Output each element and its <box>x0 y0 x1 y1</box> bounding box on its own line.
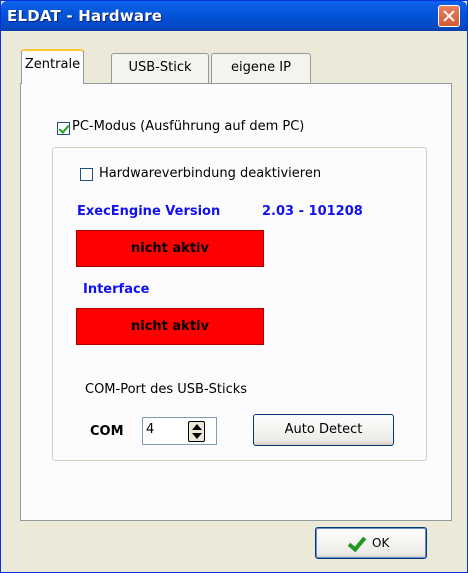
tab-page-zentrale: PC-Modus (Ausführung auf dem PC) Hardwar… <box>20 83 452 521</box>
tab-usb-stick[interactable]: USB-Stick <box>111 53 209 83</box>
pc-mode-checkbox[interactable] <box>57 122 70 135</box>
exec-engine-version: 2.03 - 101208 <box>262 204 363 219</box>
window-title: ELDAT - Hardware <box>7 7 163 25</box>
dialog-window: ELDAT - Hardware Zentrale USB-Stick eige… <box>0 0 468 573</box>
exec-engine-status: nicht aktiv <box>76 230 264 267</box>
ok-button[interactable]: OK <box>315 527 427 559</box>
checkmark-icon <box>347 532 367 553</box>
disable-hardware-checkbox[interactable] <box>80 168 93 181</box>
interface-label: Interface <box>83 282 150 297</box>
tab-zentrale[interactable]: Zentrale <box>21 49 84 84</box>
com-port-input[interactable]: 4 <box>142 417 217 445</box>
title-bar[interactable]: ELDAT - Hardware <box>1 1 467 31</box>
exec-engine-label: ExecEngine Version <box>77 204 221 219</box>
com-label: COM <box>90 424 124 439</box>
close-icon[interactable] <box>438 5 460 27</box>
tab-eigene-ip[interactable]: eigene IP <box>211 53 311 83</box>
ok-button-label: OK <box>372 536 390 550</box>
auto-detect-button[interactable]: Auto Detect <box>253 414 394 446</box>
disable-hardware-label[interactable]: Hardwareverbindung deaktivieren <box>99 166 321 181</box>
spinner-icon[interactable] <box>188 421 205 442</box>
pc-mode-label[interactable]: PC-Modus (Ausführung auf dem PC) <box>72 119 304 134</box>
interface-status: nicht aktiv <box>76 308 264 345</box>
com-port-caption: COM-Port des USB-Sticks <box>85 382 248 397</box>
